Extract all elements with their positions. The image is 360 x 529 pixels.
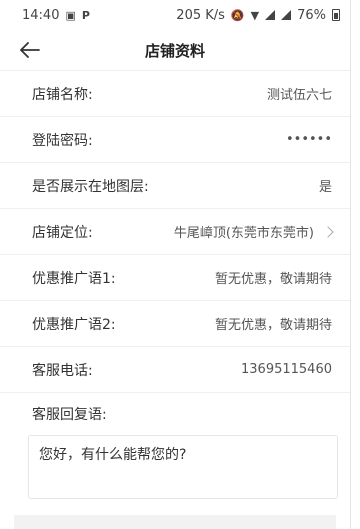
row-label: 店铺定位: [32, 224, 93, 241]
status-bar: 14:40 ▣ P 205 K/s 🔕 ▼ 76% [0, 0, 350, 30]
image-icon: ▣ [65, 8, 76, 22]
status-time: 14:40 [22, 7, 60, 23]
app-frame: 14:40 ▣ P 205 K/s 🔕 ▼ 76% 店铺资料 店铺名称: 测试伍… [0, 0, 351, 529]
bottom-bar [14, 515, 336, 529]
row-label: 优惠推广语1: [32, 270, 116, 287]
network-speed: 205 K/s [176, 7, 225, 23]
wifi-icon: ▼ [250, 8, 260, 22]
shop-location-row[interactable]: 店铺定位: 牛尾嶂顶(东莞市东莞市) [0, 209, 350, 255]
back-button[interactable] [16, 36, 44, 64]
battery-icon [332, 9, 340, 21]
row-label: 店铺名称: [32, 86, 93, 103]
row-value: 暂无优惠，敬请期待 [214, 272, 332, 287]
row-value: 是 [318, 180, 332, 195]
reply-label-row: 客服回复语: [0, 393, 350, 435]
row-label: 是否展示在地图层: [32, 178, 149, 195]
p-icon: P [81, 8, 90, 22]
row-label: 客服电话: [32, 362, 93, 379]
page-title: 店铺资料 [144, 41, 205, 60]
row-value: 牛尾嶂顶(东莞市东莞市) [173, 226, 314, 241]
service-phone-row[interactable]: 客服电话: 13695115460 [0, 347, 350, 393]
map-display-row[interactable]: 是否展示在地图层: 是 [0, 163, 350, 209]
reply-label: 客服回复语: [32, 407, 107, 423]
promo-slogan-2-row[interactable]: 优惠推广语2: 暂无优惠，敬请期待 [0, 301, 350, 347]
back-arrow-icon [20, 42, 40, 58]
reply-textarea[interactable]: 您好，有什么能帮您的? [28, 435, 338, 499]
chevron-right-icon [322, 225, 334, 238]
row-value: 测试伍六七 [266, 88, 332, 103]
password-row[interactable]: 登陆密码: •••••• [0, 117, 350, 163]
row-label: 优惠推广语2: [32, 316, 116, 333]
promo-slogan-1-row[interactable]: 优惠推广语1: 暂无优惠，敬请期待 [0, 255, 350, 301]
row-label: 登陆密码: [32, 132, 93, 149]
row-value-wrap: 牛尾嶂顶(东莞市东莞市) [173, 222, 334, 241]
row-value: •••••• [285, 132, 332, 147]
mute-bell-icon: 🔕 [230, 8, 245, 22]
nav-bar: 店铺资料 [0, 30, 350, 71]
reply-text: 您好，有什么能帮您的? [39, 447, 187, 463]
row-value: 13695115460 [241, 362, 332, 377]
battery-percent: 76% [297, 7, 326, 23]
signal-icon [265, 10, 276, 20]
row-value: 暂无优惠，敬请期待 [214, 318, 332, 333]
shop-name-row[interactable]: 店铺名称: 测试伍六七 [0, 71, 350, 117]
signal-icon [281, 10, 292, 20]
